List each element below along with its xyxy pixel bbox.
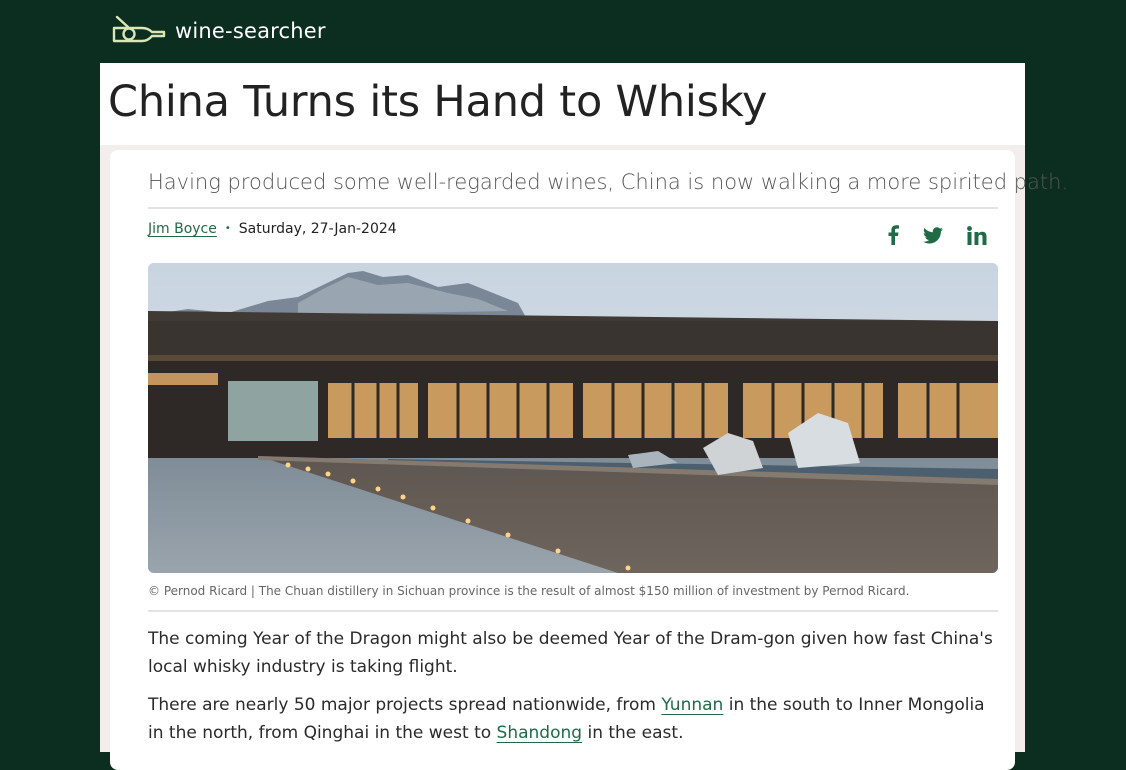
linkedin-share-button[interactable] [965, 224, 989, 246]
byline: Jim Boyce • Saturday, 27-Jan-2024 [148, 221, 397, 237]
twitter-icon [923, 226, 943, 244]
article-title: China Turns its Hand to Whisky [108, 77, 768, 127]
image-caption: © Pernod Ricard | The Chuan distillery i… [148, 584, 910, 598]
article-paragraph: The coming Year of the Dragon might also… [148, 629, 993, 677]
article-subtitle: Having produced some well-regarded wines… [148, 170, 1069, 194]
article-card: Having produced some well-regarded wines… [110, 150, 1068, 770]
twitter-share-button[interactable] [922, 224, 944, 246]
byline-separator: • [224, 223, 231, 234]
facebook-icon [887, 225, 899, 245]
yunnan-link[interactable]: Yunnan [661, 695, 723, 715]
facebook-share-button[interactable] [885, 224, 901, 246]
linkedin-icon [967, 225, 987, 245]
site-name[interactable]: wine-searcher [175, 19, 326, 43]
paragraph-text: There are nearly 50 major projects sprea… [148, 695, 662, 715]
shandong-link[interactable]: Shandong [497, 723, 583, 743]
article-container: Having produced some well-regarded wines… [100, 145, 1068, 770]
publish-date: Saturday, 27-Jan-2024 [238, 221, 397, 237]
author-link[interactable]: Jim Boyce [148, 221, 217, 237]
title-band: China Turns its Hand to Whisky [100, 63, 1025, 145]
divider [148, 207, 998, 209]
site-header: wine-searcher [0, 0, 1126, 63]
divider [148, 610, 998, 612]
distillery-photo [148, 263, 998, 573]
article-paragraph: There are nearly 50 major projects sprea… [148, 691, 998, 747]
wine-bottle-magnifier-icon[interactable] [112, 14, 166, 44]
paragraph-text: in the east. [582, 723, 684, 743]
